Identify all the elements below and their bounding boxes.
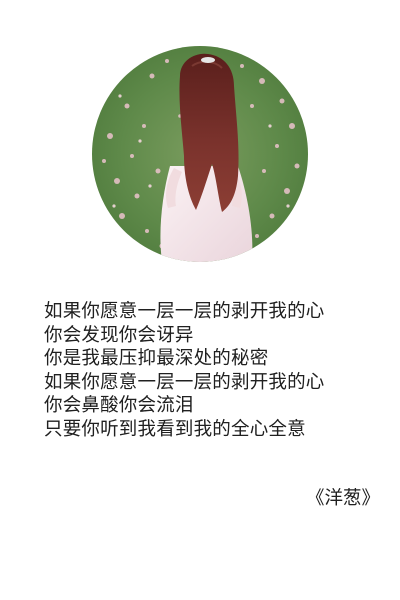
poem-line: 你会鼻酸你会流泪 <box>44 395 194 416</box>
girl-in-flower-field-image <box>92 46 308 262</box>
poem-line: 只要你听到我看到我的全心全意 <box>44 418 306 440</box>
poem-line: 如果你愿意一层一层的剥开我的心 <box>44 371 325 393</box>
poem-line: 你是我最压抑最深处的秘密 <box>44 348 269 369</box>
song-title-signature: 《洋葱》 <box>305 488 380 509</box>
poem-text: 如果你愿意一层一层的剥开我的心 你会发现你会讶异 你是我最压抑最深处的秘密 如果… <box>44 300 374 441</box>
circular-photo <box>92 46 308 262</box>
poem-line: 如果你愿意一层一层的剥开我的心 <box>44 301 325 322</box>
poem-line: 你会发现你会讶异 <box>44 324 194 346</box>
page: { "photo": { "description_icon": "girl-i… <box>0 0 400 600</box>
